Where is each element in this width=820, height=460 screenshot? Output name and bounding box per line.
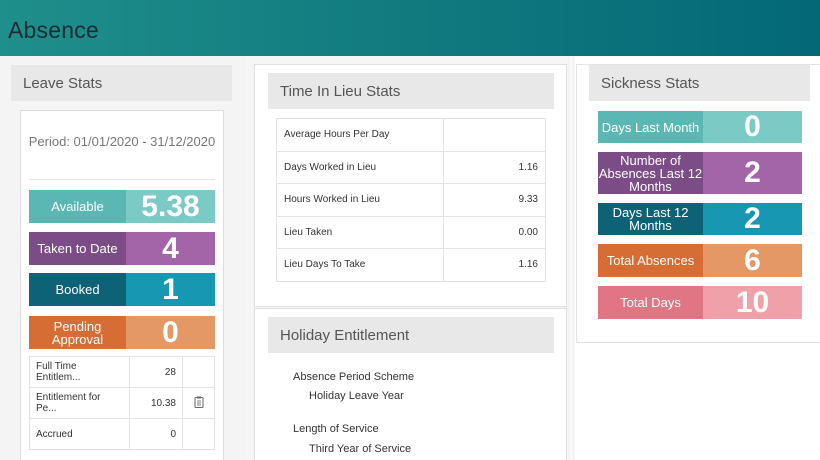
stat-value: 4 [126, 232, 215, 265]
row-label: Days Worked in Lieu [276, 150, 444, 184]
lieu-stats-table: Average Hours Per Day Days Worked in Lie… [276, 118, 546, 282]
stat-label: Days Last 12 Months [598, 203, 703, 235]
stat-tile-total-absences[interactable]: Total Absences 6 [598, 244, 802, 277]
row-label: Hours Worked in Lieu [276, 183, 444, 217]
stat-tile-booked[interactable]: Booked 1 [29, 273, 215, 306]
stat-tile-absences-last-12-months[interactable]: Number of Absences Last 12 Months 2 [598, 152, 802, 194]
stat-label: Total Days [598, 286, 703, 319]
stat-label: Days Last Month [598, 111, 703, 143]
row-value: 9.33 [443, 183, 546, 217]
stat-value: 2 [703, 202, 802, 235]
table-row: Lieu Days To Take 1.16 [276, 248, 546, 282]
stat-label: Available [29, 190, 126, 223]
stat-value: 10 [703, 286, 802, 319]
holiday-entitlement-heading: Holiday Entitlement [268, 317, 554, 353]
row-icon-cell [182, 387, 215, 419]
divider [29, 179, 215, 180]
row-label: Lieu Taken [276, 215, 444, 249]
scheme-value: Holiday Leave Year [309, 390, 404, 402]
service-label: Length of Service [293, 423, 379, 435]
stat-tile-total-days[interactable]: Total Days 10 [598, 286, 802, 319]
stat-tile-days-last-12-months[interactable]: Days Last 12 Months 2 [598, 202, 802, 235]
row-value: 10.38 [129, 387, 183, 419]
stat-value: 0 [126, 316, 215, 349]
leave-entitlement-table: Full Time Entitlem... 28 Entitlement for… [29, 356, 215, 450]
row-value: 28 [129, 356, 183, 388]
service-value: Third Year of Service [309, 443, 412, 455]
stat-tile-days-last-month[interactable]: Days Last Month 0 [598, 110, 802, 143]
app-header: Absence [0, 0, 820, 56]
row-value: 0 [129, 418, 183, 450]
row-label: Full Time Entitlem... [29, 356, 130, 388]
stat-label: Booked [29, 273, 126, 306]
table-row: Accrued 0 [29, 418, 215, 450]
row-icon-cell [182, 356, 215, 388]
stat-label: Pending Approval [29, 316, 126, 349]
row-label: Lieu Days To Take [276, 248, 444, 282]
row-value: 1.16 [443, 150, 546, 184]
row-value: 0.00 [443, 215, 546, 249]
table-row: Average Hours Per Day [276, 118, 546, 152]
stat-value: 5.38 [126, 190, 215, 223]
stat-value: 6 [703, 244, 802, 277]
clipboard-icon[interactable] [194, 396, 204, 408]
row-icon-cell [182, 418, 215, 450]
row-label: Average Hours Per Day [276, 118, 444, 152]
stat-tile-pending-approval[interactable]: Pending Approval 0 [29, 316, 215, 349]
scheme-label: Absence Period Scheme [293, 371, 415, 383]
stat-value: 0 [703, 110, 802, 143]
stat-label: Total Absences [598, 244, 703, 277]
page-title: Absence [8, 17, 99, 43]
stat-tile-taken-to-date[interactable]: Taken to Date 4 [29, 232, 215, 265]
row-label: Accrued [29, 418, 130, 450]
lieu-stats-heading: Time In Lieu Stats [268, 73, 554, 109]
table-row: Lieu Taken 0.00 [276, 215, 546, 249]
table-row: Full Time Entitlem... 28 [29, 356, 215, 388]
stat-tile-available[interactable]: Available 5.38 [29, 190, 215, 223]
row-label: Entitlement for Pe... [29, 387, 130, 419]
leave-period-text: Period: 01/01/2020 - 31/12/2020 [28, 134, 216, 149]
sickness-stats-heading: Sickness Stats [589, 65, 810, 101]
row-value [443, 118, 546, 152]
stat-label: Number of Absences Last 12 Months [598, 152, 703, 194]
table-row: Days Worked in Lieu 1.16 [276, 150, 546, 184]
stat-value: 1 [126, 273, 215, 306]
leave-stats-heading: Leave Stats [11, 65, 232, 101]
stat-label: Taken to Date [29, 232, 126, 265]
table-row: Hours Worked in Lieu 9.33 [276, 183, 546, 217]
table-row: Entitlement for Pe... 10.38 [29, 387, 215, 419]
row-value: 1.16 [443, 248, 546, 282]
stat-value: 2 [703, 152, 802, 194]
